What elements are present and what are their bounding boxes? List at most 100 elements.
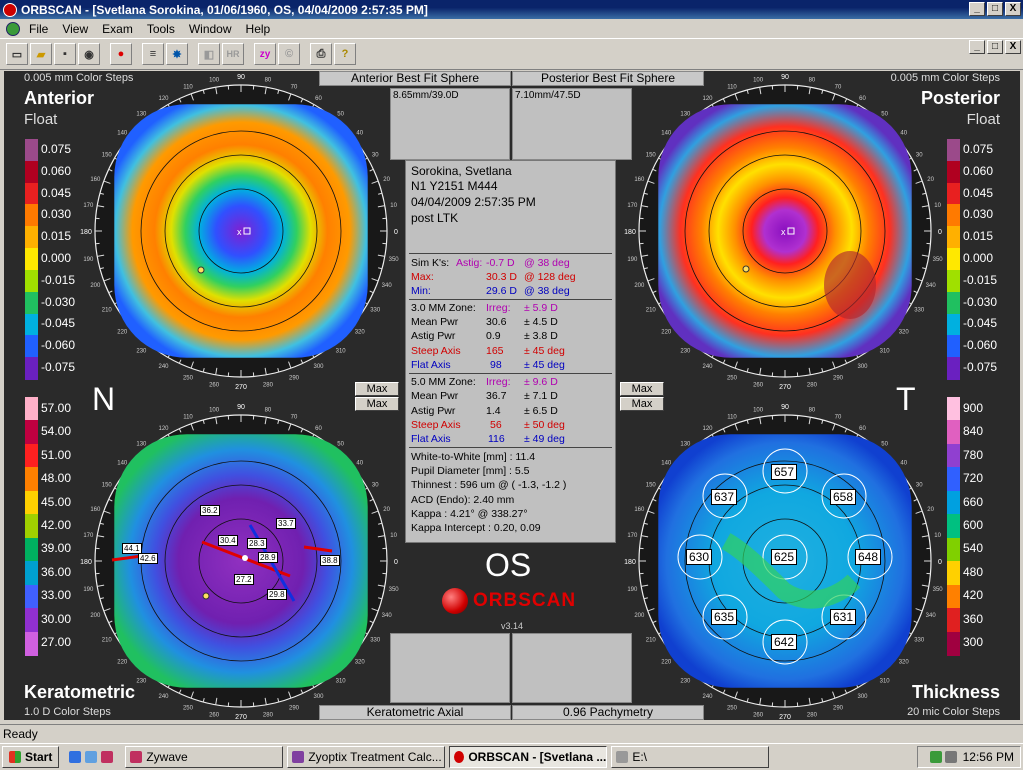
dial-cardinal-label: 0 [938,559,942,566]
eye-map-icon[interactable]: ✸ [166,43,188,65]
menu-file[interactable]: File [22,22,55,36]
dial-angle-label: 330 [914,638,925,644]
dial-angle-label: 110 [183,414,193,420]
keratometric-axial-tab[interactable]: Keratometric Axial [319,705,511,720]
maximize-button[interactable]: □ [987,2,1003,16]
dial-angle-label: 160 [90,177,101,183]
dial-angle-label: 350 [933,587,944,593]
new-file-icon[interactable]: ▭ [6,43,28,65]
hr-icon[interactable]: HR [222,43,244,65]
dial-angle-label: 30 [916,483,923,489]
zone3-mean-value: 30.6 [486,316,507,328]
volume-tray-icon[interactable] [944,751,957,763]
dial-angle-label: 140 [661,460,672,466]
dial-angle-label: 160 [90,507,101,513]
dial-angle-label: 100 [753,77,764,83]
dial-cardinal-label: 90 [237,404,245,411]
dial-angle-label: 20 [383,177,390,183]
desktop-quicklaunch-icon[interactable] [85,751,98,763]
dial-angle-label: 210 [102,308,113,314]
dial-angle-label: 220 [117,330,128,336]
dial-angle-label: 190 [83,587,94,593]
menu-window[interactable]: Window [182,22,239,36]
dial-angle-label: 280 [807,383,818,389]
compare-icon[interactable]: ◧ [198,43,220,65]
dial-angle-label: 230 [136,349,147,355]
dial-angle-label: 130 [136,111,147,117]
zone3-flat-dev: ± 45 deg [524,359,565,371]
list-icon[interactable]: ≡ [142,43,164,65]
dial-angle-label: 160 [634,177,645,183]
save-icon[interactable]: ▪ [54,43,76,65]
dial-angle-label: 310 [336,349,347,355]
dial-angle-label: 20 [927,177,934,183]
dial-angle-label: 150 [102,483,113,489]
help-icon[interactable]: ? [334,43,356,65]
dial-angle-label: 30 [372,483,379,489]
zone5-astig-label: Astig Pwr [411,405,456,417]
dial-angle-label: 260 [753,383,764,389]
nasal-label: N [92,381,116,417]
open-folder-icon[interactable]: ▰ [30,43,52,65]
dial-angle-label: 140 [117,460,128,466]
pachymetry-tab[interactable]: 0.96 Pachymetry [512,705,704,720]
export-icon[interactable]: ◉ [78,43,100,65]
dial-angle-label: 210 [646,638,657,644]
dial-angle-label: 190 [627,257,638,263]
refresh-icon[interactable]: © [278,43,300,65]
taskbar: Start Zywave Zyoptix Treatment Calc... O… [0,743,1023,770]
task-zywave[interactable]: Zywave [125,746,284,768]
keratometric-steps: 1.0 D Color Steps [24,706,111,718]
dial-cardinal-label: 180 [80,229,92,236]
menu-exam[interactable]: Exam [95,22,140,36]
dial-angle-label: 220 [117,660,128,666]
menu-bar: File View Exam Tools Window Help _ □ X [0,19,1023,54]
dial-angle-label: 40 [356,130,363,136]
simk-max-value: 30.3 D [486,271,517,283]
zone3-label: 3.0 MM Zone: [411,302,476,314]
divider [409,253,612,254]
start-button[interactable]: Start [2,746,60,768]
anterior-max-button[interactable]: Max [355,382,399,396]
pachy-right-value: 648 [855,549,882,565]
dial-angle-label: 110 [727,84,737,90]
keratometric-max-button[interactable]: Max [355,397,399,411]
menu-view[interactable]: View [55,22,95,36]
center-marker [242,555,248,561]
posterior-max-button[interactable]: Max [620,382,664,396]
simk-astig-value: -0.7 D [486,257,515,269]
close-button[interactable]: X [1005,2,1021,16]
zone5-astig-value: 1.4 [486,405,501,417]
dial-angle-label: 170 [627,533,638,539]
zone3-astig-value: 0.9 [486,330,501,342]
dial-angle-label: 100 [753,407,764,413]
document-menu-icon[interactable] [6,21,20,36]
stop-icon[interactable]: ● [110,43,132,65]
kappa-intercept: Kappa Intercept : 0.20, 0.09 [411,522,541,534]
minimize-button[interactable]: _ [969,2,985,16]
print-icon[interactable]: ⎙ [310,43,332,65]
zone5-flat-label: Flat Axis [411,433,451,445]
window-title: ORBSCAN - [Svetlana Sorokina, 01/06/1960… [21,2,428,17]
status-bar: Ready [0,724,1023,742]
task-zyoptix[interactable]: Zyoptix Treatment Calc... [287,746,446,768]
task-orbscan[interactable]: ORBSCAN - [Svetlana ... [449,746,608,768]
kerato-value-j: 29.8 [267,589,287,600]
menu-tools[interactable]: Tools [140,22,182,36]
dial-angle-label: 290 [289,706,300,712]
network-tray-icon[interactable] [929,751,942,763]
pachy-left-value: 630 [686,549,713,565]
task-explorer[interactable]: E:\ [611,746,770,768]
zywave-icon[interactable]: zy [254,43,276,65]
menu-help[interactable]: Help [239,22,278,36]
zone3-steep-label: Steep Axis [411,345,461,357]
start-label: Start [25,750,53,764]
dial-angle-label: 50 [881,441,888,447]
pachy-info-box [512,633,632,703]
dial-angle-label: 10 [934,533,941,539]
media-quicklaunch-icon[interactable] [101,751,114,763]
ie-quicklaunch-icon[interactable] [69,751,82,763]
zone3-irreg-label: Irreg: [486,302,511,314]
thickness-max-button[interactable]: Max [620,397,664,411]
thickness-steps: 20 mic Color Steps [907,706,1000,718]
